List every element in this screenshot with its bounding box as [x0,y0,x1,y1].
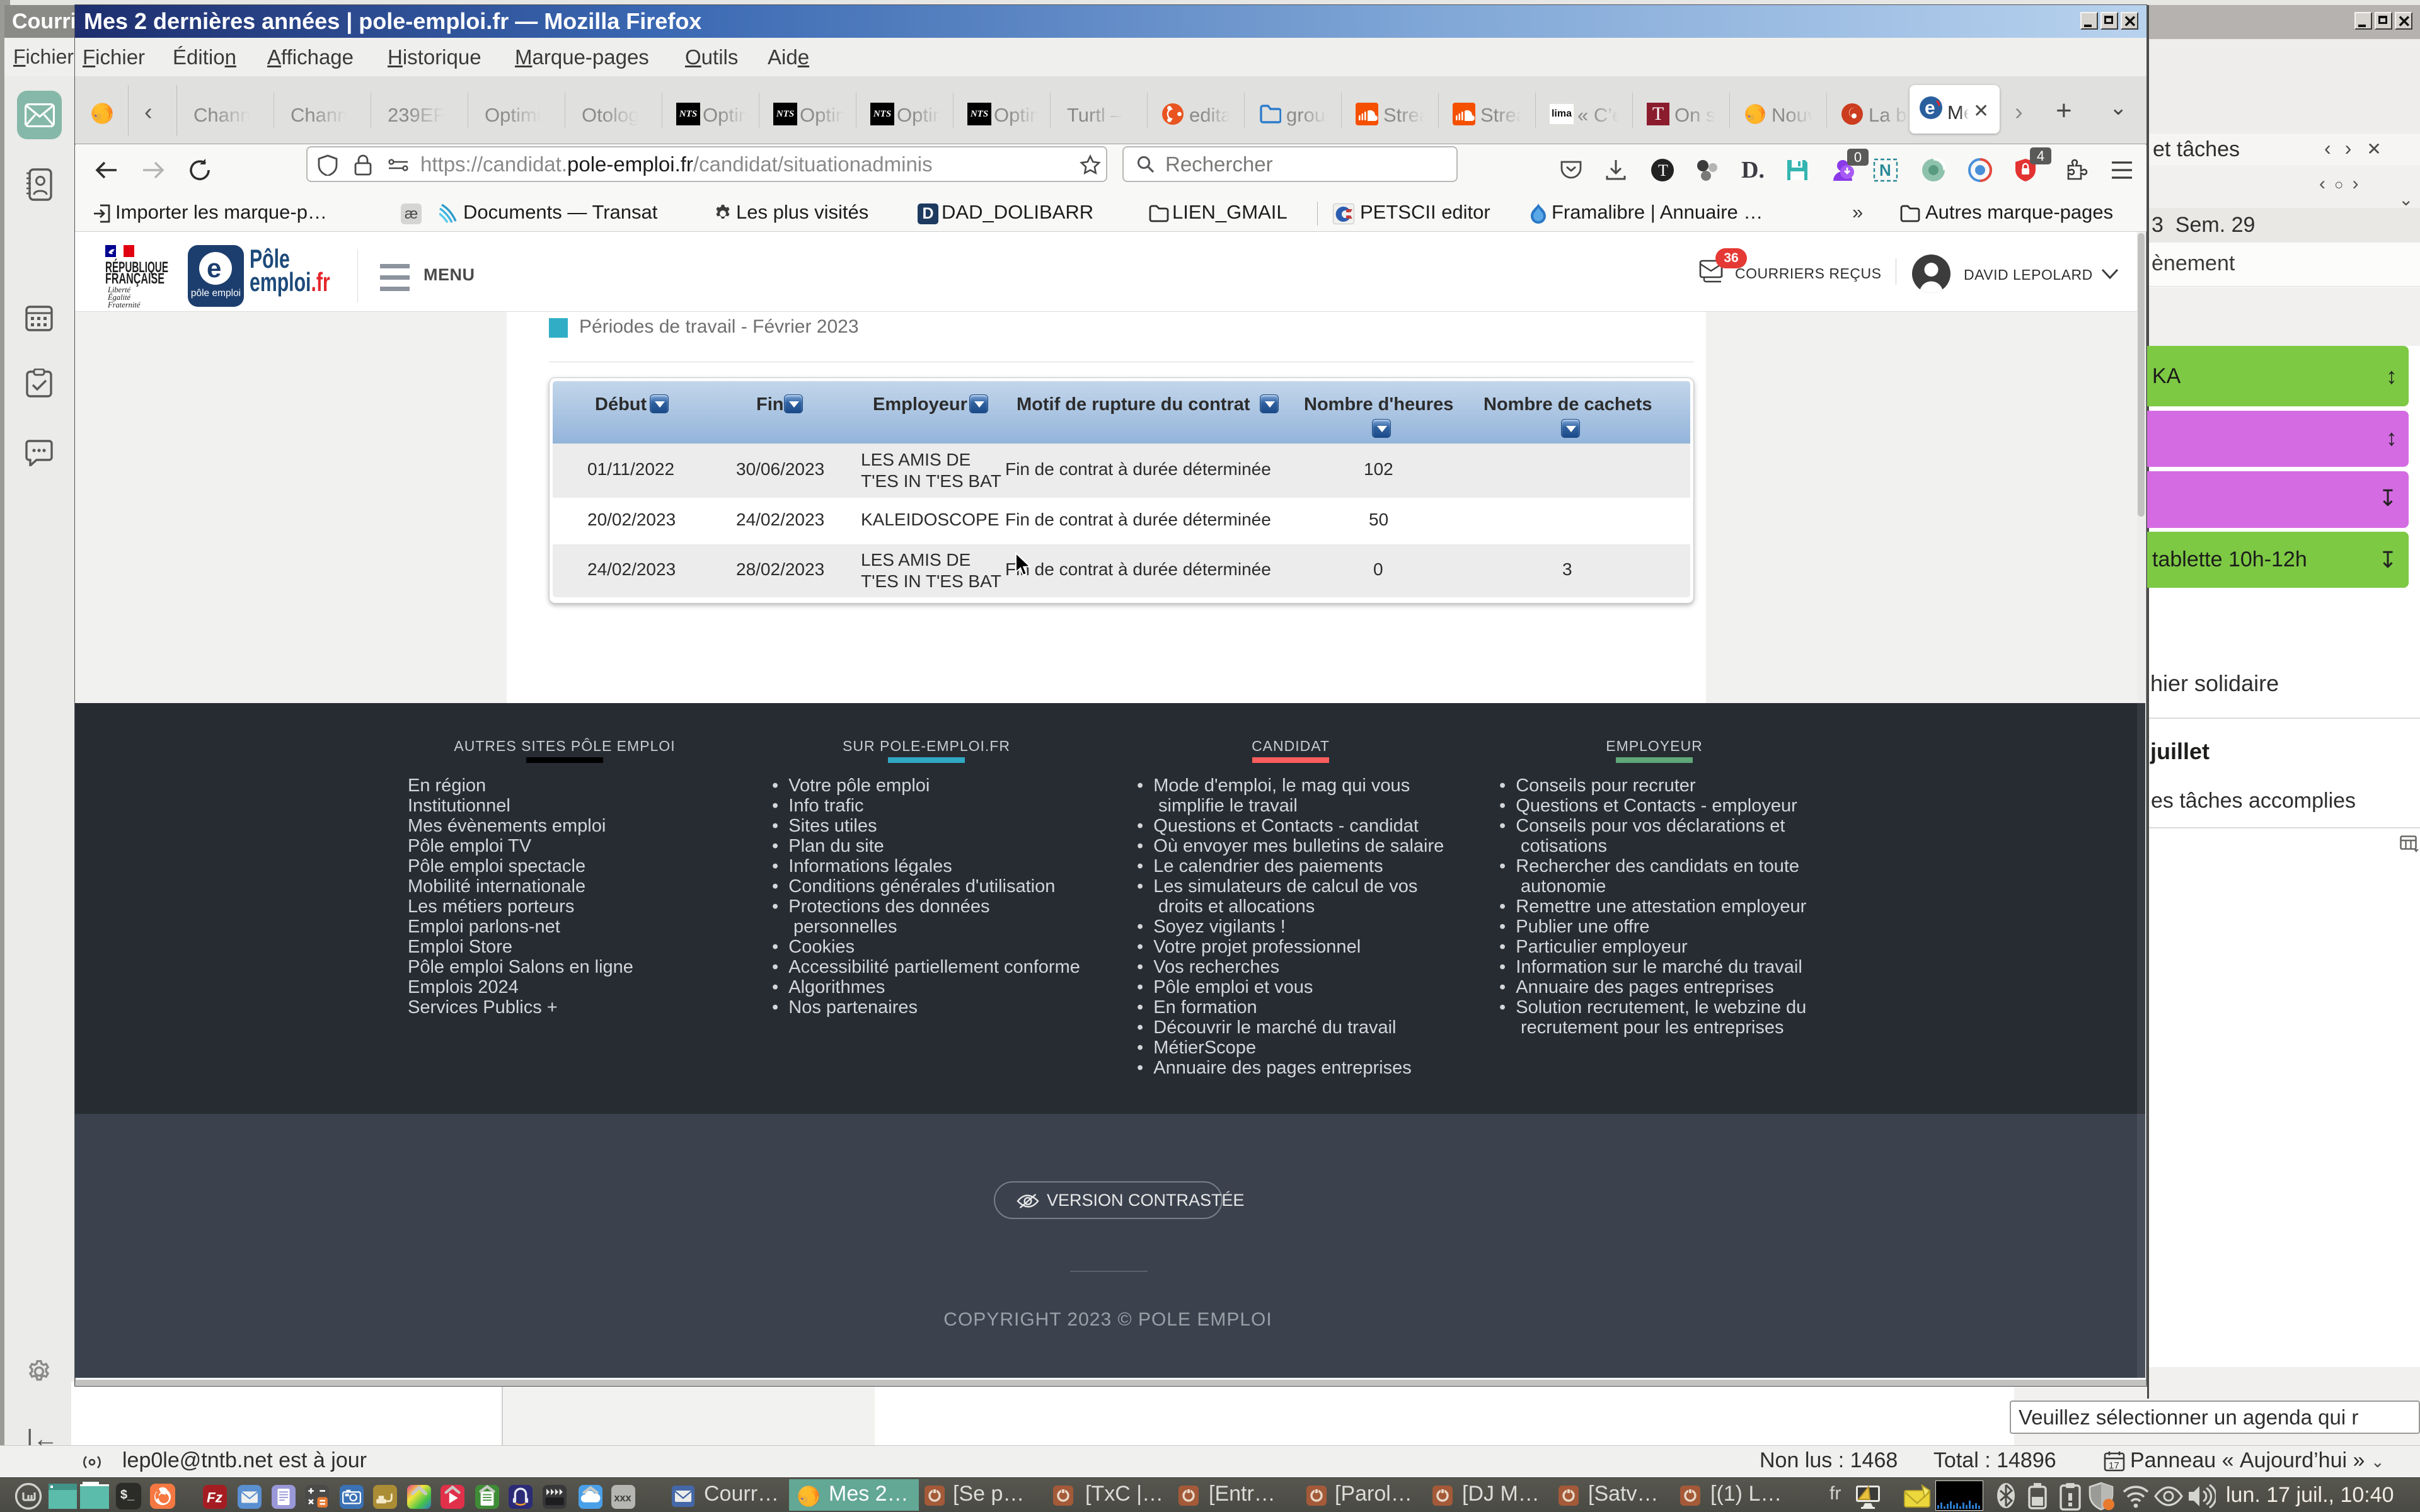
svg-text:17: 17 [2109,1460,2119,1471]
svg-text:xxx: xxx [614,1492,631,1504]
svg-text:T: T [1658,161,1668,180]
svg-text:Fraternité: Fraternité [108,301,141,309]
svg-text:D.: D. [1741,159,1765,181]
svg-text:Fz: Fz [207,1490,223,1506]
svg-text:e: e [1925,98,1935,118]
svg-text:e: e [207,253,221,283]
svg-text:FRANÇAISE: FRANÇAISE [105,270,164,287]
svg-text:N: N [1879,161,1891,180]
